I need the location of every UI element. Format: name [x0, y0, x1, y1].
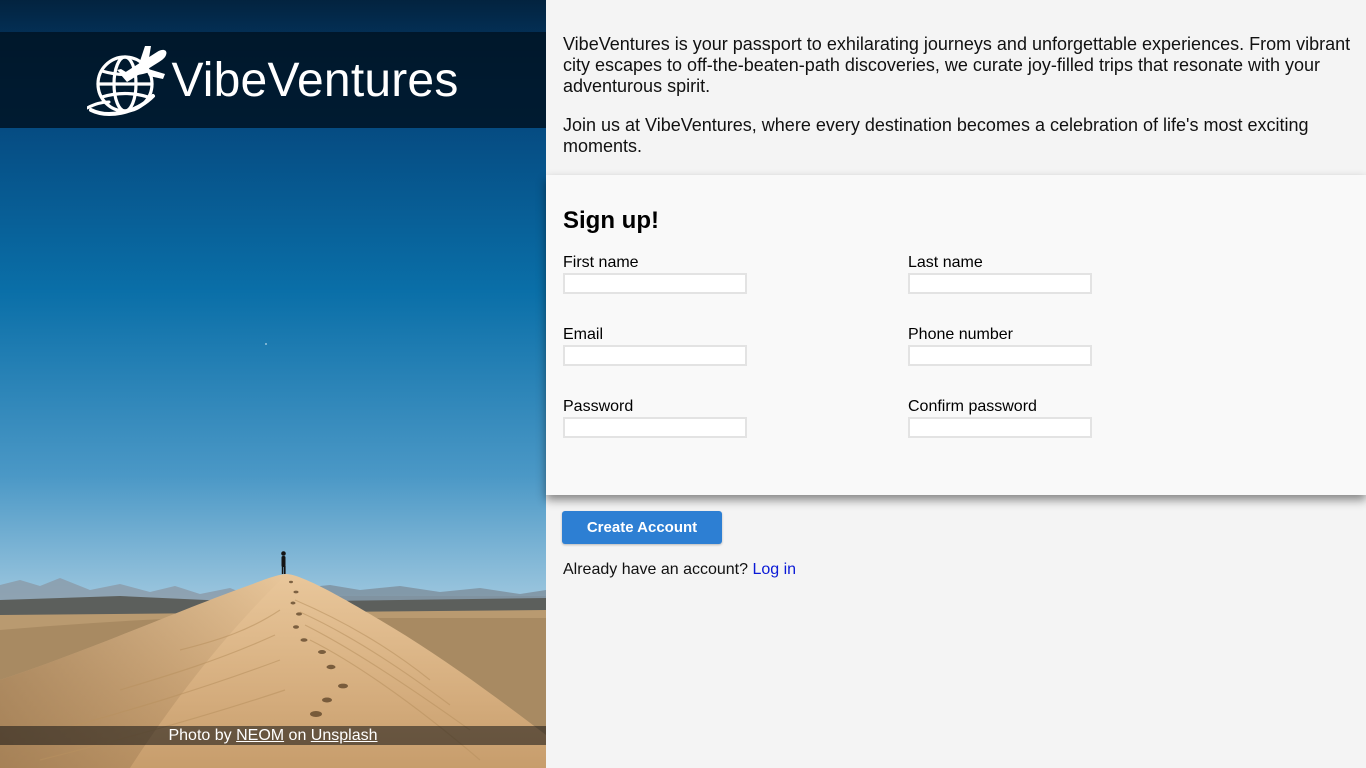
- create-account-button[interactable]: Create Account: [562, 511, 722, 544]
- intro-paragraph-1: VibeVentures is your passport to exhilar…: [563, 34, 1351, 96]
- photo-credit-middle: on: [288, 727, 307, 744]
- password-group: Password: [563, 398, 763, 438]
- photo-author-link[interactable]: NEOM: [236, 727, 284, 744]
- login-link[interactable]: Log in: [752, 561, 796, 578]
- last-name-input[interactable]: [908, 273, 1092, 294]
- first-name-group: First name: [563, 254, 763, 294]
- login-prompt: Already have an account? Log in: [563, 560, 796, 579]
- phone-label: Phone number: [908, 326, 1013, 343]
- brand-name: VibeVentures: [171, 53, 459, 107]
- confirm-password-label: Confirm password: [908, 398, 1037, 415]
- photo-credit: Photo by NEOM on Unsplash: [0, 726, 546, 745]
- phone-group: Phone number: [908, 326, 1108, 366]
- intro-paragraph-2: Join us at VibeVentures, where every des…: [563, 115, 1309, 156]
- confirm-password-group: Confirm password: [908, 398, 1108, 438]
- brand-header: VibeVentures: [0, 32, 546, 128]
- first-name-label: First name: [563, 254, 639, 271]
- email-group: Email: [563, 326, 763, 366]
- phone-input[interactable]: [908, 345, 1092, 366]
- confirm-password-input[interactable]: [908, 417, 1092, 438]
- signup-form: Sign up! First name Last name Email Phon…: [546, 175, 1366, 495]
- signup-title: Sign up!: [563, 207, 659, 234]
- first-name-input[interactable]: [563, 273, 747, 294]
- hero-panel: VibeVentures Photo by NEOM on Unsplash: [0, 0, 546, 768]
- globe-airplane-icon: [87, 46, 167, 116]
- unsplash-link[interactable]: Unsplash: [311, 727, 378, 744]
- intro-text: VibeVentures is your passport to exhilar…: [546, 0, 1366, 157]
- password-label: Password: [563, 398, 634, 415]
- signup-panel: VibeVentures is your passport to exhilar…: [546, 0, 1366, 768]
- last-name-group: Last name: [908, 254, 1108, 294]
- email-input[interactable]: [563, 345, 747, 366]
- email-label: Email: [563, 326, 604, 343]
- login-prompt-text: Already have an account?: [563, 561, 749, 578]
- last-name-label: Last name: [908, 254, 983, 271]
- photo-credit-prefix: Photo by: [168, 727, 232, 744]
- password-input[interactable]: [563, 417, 747, 438]
